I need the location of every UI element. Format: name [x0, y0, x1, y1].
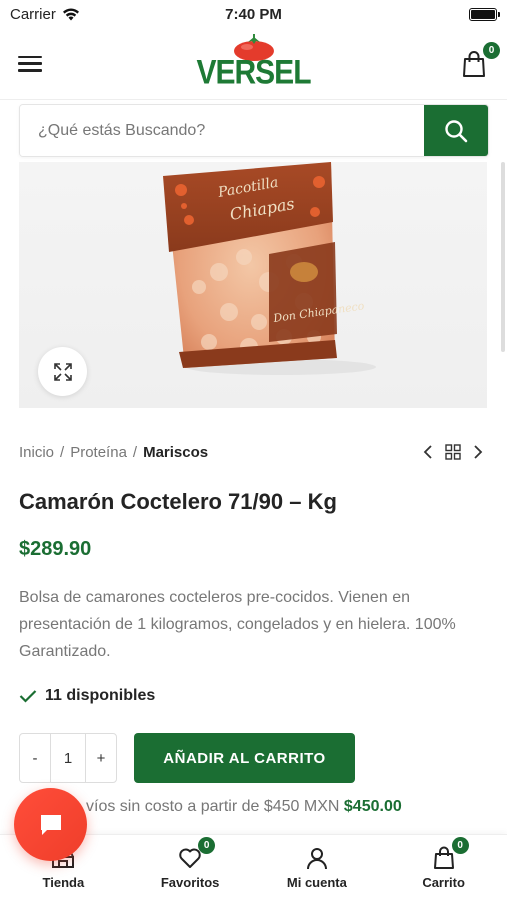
chat-button[interactable]: [14, 788, 87, 861]
shipping-text: víos sin costo a partir de $450 MXN: [86, 798, 340, 815]
versel-logo[interactable]: VERSEL: [196, 34, 312, 92]
check-icon: [19, 690, 37, 703]
shipping-notice: víos sin costo a partir de $450 MXN $450…: [86, 798, 402, 816]
tab-mi-cuenta[interactable]: Mi cuenta: [254, 835, 381, 900]
search-bar: [19, 104, 489, 157]
tab-label: Mi cuenta: [286, 875, 347, 890]
stock-status: 11 disponibles: [19, 687, 155, 705]
breadcrumb-separator: /: [132, 444, 138, 461]
heart-icon: 0: [177, 837, 216, 871]
breadcrumb: Inicio / Proteína / Mariscos: [19, 444, 208, 461]
stock-label: 11 disponibles: [45, 687, 156, 704]
expand-icon: [53, 362, 72, 381]
breadcrumb-inicio[interactable]: Inicio: [19, 444, 54, 461]
shopping-bag-icon: 0: [431, 837, 469, 871]
product-image[interactable]: Pacotilla Chiapas Don Chiapaneco: [19, 162, 487, 408]
product-navigation: [423, 444, 483, 460]
quantity-increase-button[interactable]: +: [86, 734, 116, 782]
product-price: $289.90: [19, 538, 92, 560]
app-header: VERSEL 0: [0, 28, 507, 100]
favorites-badge: 0: [198, 837, 216, 854]
tab-carrito[interactable]: 0 Carrito: [380, 835, 507, 900]
carrier-label: Carrier: [10, 5, 56, 23]
breadcrumb-separator: /: [60, 444, 65, 461]
product-description: Bolsa de camarones cocteleros pre-cocido…: [19, 589, 456, 660]
user-icon: [304, 845, 330, 871]
breadcrumb-current: Mariscos: [143, 444, 209, 461]
chevron-left-icon: [423, 445, 432, 459]
tab-label: Carrito: [422, 875, 465, 890]
tab-label: Favoritos: [160, 875, 220, 890]
search-icon: [445, 119, 468, 142]
cart-badge: 0: [451, 837, 469, 854]
add-to-cart-button[interactable]: AÑADIR AL CARRITO: [134, 733, 355, 783]
zoom-button[interactable]: [38, 347, 87, 396]
header-cart-badge: 0: [483, 41, 500, 59]
chat-icon: [40, 814, 61, 835]
next-product-button[interactable]: [473, 444, 483, 460]
wifi-icon: [62, 8, 79, 20]
breadcrumb-proteina[interactable]: Proteína: [70, 444, 127, 461]
battery-icon: [469, 7, 500, 21]
quantity-stepper: - 1 +: [19, 733, 117, 783]
tab-favoritos[interactable]: 0 Favoritos: [127, 835, 254, 900]
status-left: Carrier: [10, 6, 80, 23]
shrimp-bag-image: Pacotilla Chiapas Don Chiapaneco: [163, 162, 376, 375]
scroll-indicator[interactable]: [501, 162, 505, 352]
status-bar: Carrier 7:40 PM: [0, 0, 507, 28]
shipping-amount: $450.00: [343, 798, 402, 815]
grid-icon: [445, 444, 461, 460]
tab-label: Tienda: [42, 875, 85, 890]
quantity-input[interactable]: 1: [50, 734, 86, 782]
search-button[interactable]: [424, 105, 488, 156]
quantity-decrease-button[interactable]: -: [20, 734, 50, 782]
search-input[interactable]: [20, 105, 424, 156]
logo-text: VERSEL: [196, 53, 311, 92]
menu-icon[interactable]: [18, 54, 42, 74]
prev-product-button[interactable]: [423, 444, 433, 460]
product-title: Camarón Coctelero 71/90 – Kg: [19, 489, 337, 514]
chevron-right-icon: [474, 445, 483, 459]
header-cart-button[interactable]: 0: [461, 41, 500, 78]
all-products-button[interactable]: [445, 444, 461, 460]
